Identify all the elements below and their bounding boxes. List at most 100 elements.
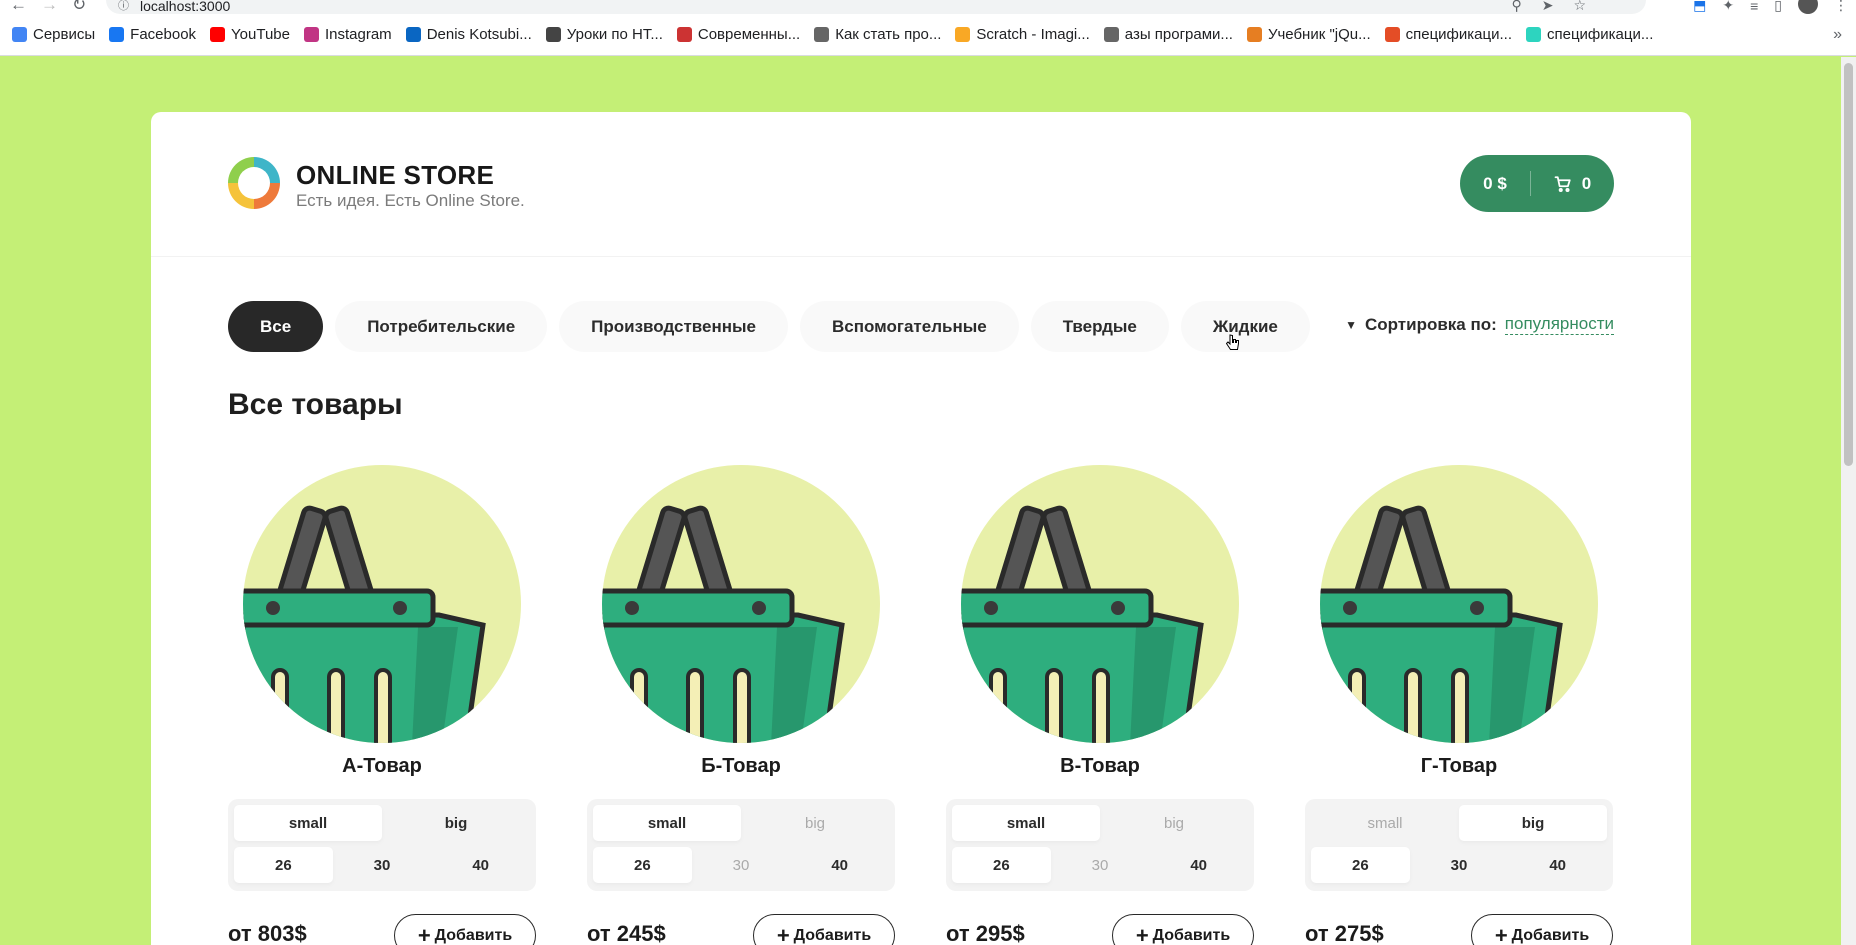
type-option[interactable]: small: [1311, 805, 1459, 841]
basket-icon: [602, 465, 880, 743]
type-option[interactable]: big: [741, 805, 889, 841]
product-options: small big 26 30 40: [587, 799, 895, 891]
product-name: Б-Товар: [701, 755, 781, 777]
page-title: Все товары: [228, 388, 403, 421]
size-option[interactable]: 26: [234, 847, 333, 883]
bookmark-item[interactable]: YouTube: [210, 26, 290, 43]
add-to-cart-button[interactable]: + Добавить: [1112, 914, 1254, 945]
category-tab[interactable]: Все: [228, 301, 324, 352]
category-tab[interactable]: Твердые: [1030, 301, 1169, 352]
info-icon[interactable]: ⓘ: [118, 0, 129, 12]
bookmark-label: Как стать про...: [835, 26, 942, 43]
size-selector: 26 30 40: [593, 847, 889, 883]
cart-button[interactable]: 0 $ 0: [1460, 155, 1614, 212]
extensions-area: ⬒ ✦ ≡ ▯ ⋮: [1693, 0, 1848, 14]
zoom-icon[interactable]: ⚲: [1511, 0, 1521, 14]
reload-icon[interactable]: ↻: [72, 0, 86, 15]
kebab-menu-icon[interactable]: ⋮: [1834, 0, 1848, 14]
bookmark-label: Facebook: [130, 26, 197, 43]
bookmark-item[interactable]: спецификаци...: [1384, 26, 1512, 43]
size-option[interactable]: 40: [1149, 847, 1248, 883]
scrollbar[interactable]: [1841, 57, 1856, 945]
category-tab[interactable]: Производственные: [559, 301, 788, 352]
bookmark-favicon-icon: [955, 27, 971, 42]
type-option[interactable]: small: [234, 805, 382, 841]
product-price: от 245$: [587, 921, 666, 945]
star-icon[interactable]: ☆: [1573, 0, 1586, 14]
bookmark-favicon-icon: [405, 27, 421, 42]
bookmark-item[interactable]: Как стать про...: [814, 26, 941, 43]
forward-icon[interactable]: →: [41, 0, 58, 15]
type-option[interactable]: big: [1459, 805, 1607, 841]
size-option[interactable]: 30: [692, 847, 791, 883]
size-option[interactable]: 26: [1311, 847, 1410, 883]
category-tab[interactable]: Потребительские: [335, 301, 548, 352]
size-option[interactable]: 30: [1410, 847, 1509, 883]
product-name: В-Товар: [1060, 755, 1140, 777]
product-options: small big 26 30 40: [228, 799, 536, 891]
add-to-cart-button[interactable]: + Добавить: [394, 914, 536, 945]
bookmark-label: Instagram: [324, 26, 392, 43]
bookmark-item[interactable]: Сервисы: [12, 26, 95, 43]
size-option[interactable]: 30: [1051, 847, 1150, 883]
send-icon[interactable]: ➤: [1542, 0, 1554, 14]
store-header: ONLINE STORE Есть идея. Есть Online Stor…: [151, 112, 1691, 257]
sort-value[interactable]: популярности: [1504, 314, 1614, 335]
translate-icon[interactable]: ⬒: [1693, 0, 1706, 14]
bookmarks-overflow-icon[interactable]: »: [1833, 26, 1842, 44]
bookmark-item[interactable]: Facebook: [109, 26, 196, 43]
type-option[interactable]: big: [1100, 805, 1248, 841]
size-option[interactable]: 40: [790, 847, 889, 883]
address-bar[interactable]: ⓘ localhost:3000: [106, 0, 1646, 14]
type-selector: small big: [952, 805, 1248, 841]
product-price: от 295$: [946, 921, 1025, 945]
bookmark-item[interactable]: Scratch - Imagi...: [955, 26, 1090, 43]
bookmark-item[interactable]: азы програми...: [1103, 26, 1233, 43]
category-tab[interactable]: Жидкие: [1180, 301, 1310, 352]
triangle-down-icon[interactable]: ▼: [1345, 318, 1357, 332]
bookmark-label: спецификаци...: [1405, 26, 1512, 43]
add-to-cart-button[interactable]: + Добавить: [1471, 914, 1613, 945]
type-selector: small big: [593, 805, 889, 841]
address-url[interactable]: localhost:3000: [140, 0, 230, 13]
reading-list-icon[interactable]: ≡: [1750, 0, 1758, 14]
sort-label: Сортировка по:: [1364, 314, 1497, 334]
type-selector: small big: [234, 805, 530, 841]
bookmark-item[interactable]: спецификаци...: [1526, 26, 1653, 43]
product-price: от 803$: [228, 921, 307, 945]
bookmark-label: Уроки по НТ...: [566, 26, 663, 43]
size-option[interactable]: 40: [1508, 847, 1607, 883]
size-option[interactable]: 26: [593, 847, 692, 883]
add-to-cart-button[interactable]: + Добавить: [753, 914, 895, 945]
size-option[interactable]: 30: [333, 847, 432, 883]
bookmarks-bar: Сервисы Facebook YouTube Instagram Denis Kot…: [0, 14, 1856, 56]
bookmark-favicon-icon: [303, 27, 319, 42]
sort-control: ▼ Сортировка по: популярности: [1345, 314, 1614, 335]
size-option[interactable]: 26: [952, 847, 1051, 883]
size-option[interactable]: 40: [431, 847, 530, 883]
bookmark-item[interactable]: Instagram: [303, 26, 392, 43]
profile-avatar[interactable]: [1798, 0, 1818, 14]
brand-subtitle: Есть идея. Есть Online Store.: [296, 191, 525, 210]
type-option[interactable]: small: [952, 805, 1100, 841]
address-actions: ⚲ ➤ ☆: [1511, 0, 1586, 14]
add-label: Добавить: [1152, 926, 1231, 944]
type-option[interactable]: big: [382, 805, 530, 841]
sidepanel-icon[interactable]: ▯: [1774, 0, 1782, 14]
back-icon[interactable]: ←: [10, 0, 27, 15]
product-price: от 275$: [1305, 921, 1384, 945]
type-option[interactable]: small: [593, 805, 741, 841]
category-tab[interactable]: Вспомогательные: [799, 301, 1019, 352]
bookmark-item[interactable]: Denis Kotsubi...: [405, 26, 532, 43]
category-tabs: Все Потребительские Производственные Вспомо…: [228, 301, 1310, 352]
basket-icon: [1320, 465, 1598, 743]
store-logo[interactable]: [228, 157, 280, 209]
bookmark-item[interactable]: Современны...: [676, 26, 800, 43]
bookmark-item[interactable]: Учебник "jQu...: [1246, 26, 1371, 43]
puzzle-icon[interactable]: ✦: [1722, 0, 1734, 14]
cart-icon: [1554, 175, 1571, 192]
bookmark-item[interactable]: Уроки по НТ...: [545, 26, 663, 43]
scrollbar-thumb[interactable]: [1844, 63, 1853, 466]
bookmark-label: Учебник "jQu...: [1267, 26, 1371, 43]
bookmark-favicon-icon: [210, 27, 226, 42]
